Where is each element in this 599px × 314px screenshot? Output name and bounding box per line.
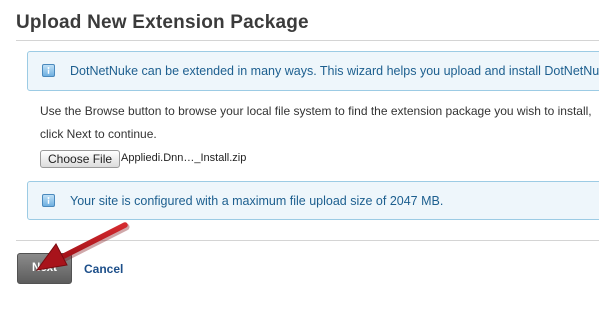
cancel-link[interactable]: Cancel — [84, 262, 123, 276]
next-button[interactable]: Next — [17, 253, 72, 284]
choose-file-button[interactable]: Choose File — [40, 150, 121, 168]
instructions-text: Use the Browse button to browse your loc… — [40, 100, 592, 146]
instructions-line-2: click Next to continue. — [40, 127, 157, 141]
info-icon — [42, 194, 55, 207]
instructions-line-1: Use the Browse button to browse your loc… — [40, 104, 592, 118]
info-icon — [42, 64, 55, 77]
info-text: DotNetNuke can be extended in many ways.… — [70, 64, 599, 78]
actions-divider — [16, 240, 599, 241]
info-text: Your site is configured with a maximum f… — [70, 194, 444, 208]
info-box-upload-limit: Your site is configured with a maximum f… — [27, 181, 599, 220]
title-divider — [16, 40, 599, 41]
upload-extension-page: Upload New Extension Package DotNetNuke … — [0, 0, 599, 314]
selected-file-name: Appliedi.Dnn…_Install.zip — [121, 152, 247, 164]
page-title: Upload New Extension Package — [16, 12, 309, 33]
info-box-wizard-help: DotNetNuke can be extended in many ways.… — [27, 51, 599, 91]
